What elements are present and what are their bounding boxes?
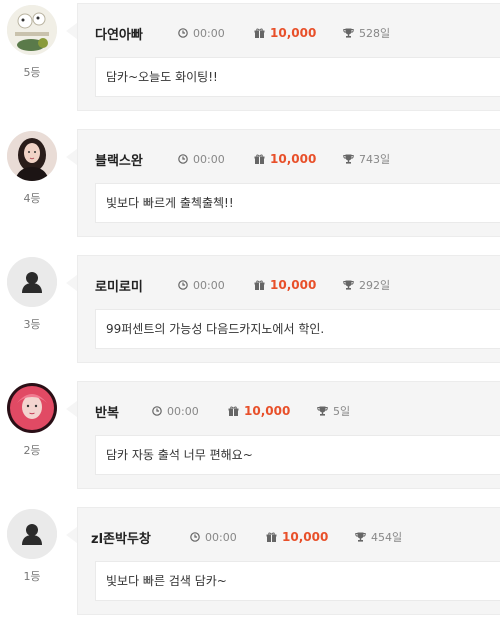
point-reward: 10,000	[266, 528, 328, 546]
nickname[interactable]: 로미로미	[95, 276, 143, 295]
attendance-entry: 3등 로미로미 00:00 10,000 292일 99퍼센트의 가능성 다음드…	[0, 255, 500, 365]
consecutive-days: 454일	[355, 528, 402, 546]
greeting-message: 담카~오늘도 화이팅!!	[95, 57, 500, 97]
check-time: 00:00	[190, 528, 237, 546]
greeting-message: 빛보다 빠르게 출첵출첵!!	[95, 183, 500, 223]
consecutive-days: 528일	[343, 24, 390, 42]
card-arrow	[66, 527, 77, 543]
point-reward: 10,000	[254, 150, 316, 168]
avatar[interactable]	[7, 509, 57, 559]
rank-label: 5등	[23, 66, 41, 79]
gift-icon	[254, 154, 265, 164]
card-arrow	[66, 275, 77, 291]
check-time: 00:00	[178, 276, 225, 294]
avatar[interactable]	[7, 383, 57, 433]
gift-icon	[254, 280, 265, 290]
avatar[interactable]	[7, 5, 57, 55]
trophy-icon	[355, 532, 366, 542]
consecutive-days: 292일	[343, 276, 390, 294]
attendance-entry: 5등 다연아빠 00:00 10,000 528일 담카~오늘도 화이팅!!	[0, 3, 500, 113]
consecutive-days: 743일	[343, 150, 390, 168]
point-reward: 10,000	[254, 24, 316, 42]
greeting-message: 담카 자동 출석 너무 편해요~	[95, 435, 500, 475]
nickname[interactable]: 다연아빠	[95, 24, 143, 43]
nickname[interactable]: 블랙스완	[95, 150, 143, 169]
rank-label: 2등	[23, 444, 41, 457]
consecutive-days: 5일	[317, 402, 350, 420]
clock-icon	[178, 154, 188, 164]
trophy-icon	[317, 406, 328, 416]
point-reward: 10,000	[254, 276, 316, 294]
clock-icon	[178, 280, 188, 290]
nickname[interactable]: zl존박두창	[91, 528, 151, 547]
trophy-icon	[343, 280, 354, 290]
check-time: 00:00	[152, 402, 199, 420]
card-arrow	[66, 23, 77, 39]
attendance-entry: 1등 zl존박두창 00:00 10,000 454일 빛보다 빠른 검색 담카…	[0, 507, 500, 617]
card-arrow	[66, 401, 77, 417]
attendance-entry: 4등 블랙스완 00:00 10,000 743일 빛보다 빠르게 출첵출첵!!	[0, 129, 500, 239]
trophy-icon	[343, 154, 354, 164]
check-time: 00:00	[178, 24, 225, 42]
rank-label: 4등	[23, 192, 41, 205]
check-time: 00:00	[178, 150, 225, 168]
trophy-icon	[343, 28, 354, 38]
gift-icon	[228, 406, 239, 416]
card-arrow	[66, 149, 77, 165]
default-user-icon	[7, 257, 57, 307]
nickname[interactable]: 반복	[95, 402, 119, 421]
avatar[interactable]	[7, 257, 57, 307]
greeting-message: 빛보다 빠른 검색 담카~	[95, 561, 500, 601]
gift-icon	[254, 28, 265, 38]
clock-icon	[178, 28, 188, 38]
photo-avatar-icon	[7, 5, 57, 55]
gift-icon	[266, 532, 277, 542]
default-user-icon	[7, 509, 57, 559]
rank-label: 3등	[23, 318, 41, 331]
clock-icon	[190, 532, 200, 542]
greeting-message: 99퍼센트의 가능성 다음드카지노에서 학인.	[95, 309, 500, 349]
photo-avatar-icon	[7, 383, 57, 433]
rank-label: 1등	[23, 570, 41, 583]
avatar[interactable]	[7, 131, 57, 181]
photo-avatar-icon	[7, 131, 57, 181]
clock-icon	[152, 406, 162, 416]
attendance-entry: 2등 반복 00:00 10,000 5일 담카 자동 출석 너무 편해요~	[0, 381, 500, 491]
point-reward: 10,000	[228, 402, 290, 420]
